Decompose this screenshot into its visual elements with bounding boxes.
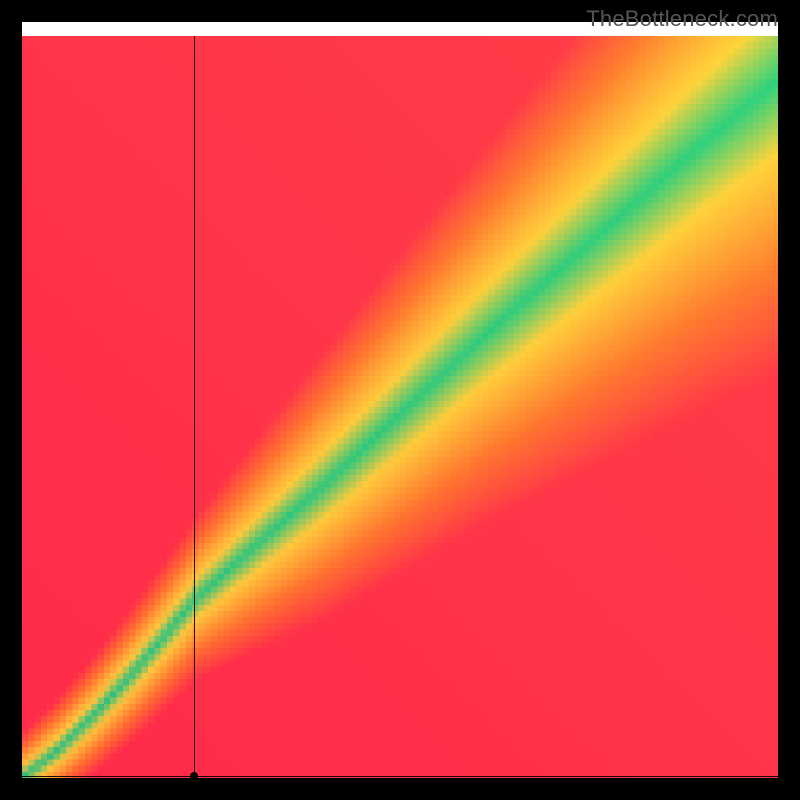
crosshair-horizontal-line (22, 776, 778, 777)
watermark-text: TheBottleneck.com (586, 6, 778, 32)
plot-area (22, 36, 778, 778)
crosshair-vertical-line (194, 36, 195, 778)
heatmap-canvas (22, 36, 778, 778)
crosshair-point-icon (190, 772, 198, 778)
chart-container: TheBottleneck.com (0, 0, 800, 800)
